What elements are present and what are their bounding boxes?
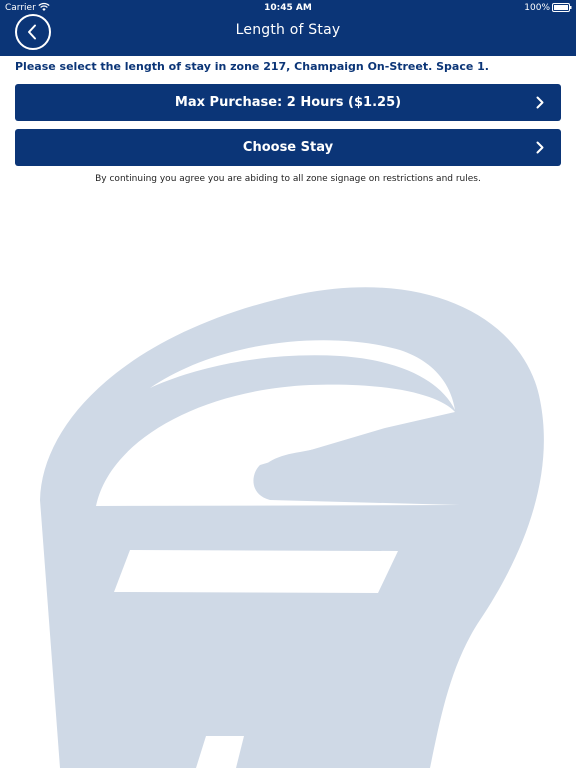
- chevron-right-icon: [536, 141, 544, 154]
- max-purchase-label: Max Purchase: 2 Hours ($1.25): [174, 95, 402, 110]
- choose-stay-label: Choose Stay: [242, 140, 334, 155]
- parking-meter-icon: [40, 287, 544, 768]
- battery-percent: 100%: [524, 3, 550, 13]
- disclaimer-text: By continuing you agree you are abiding …: [95, 174, 481, 184]
- battery-icon: [552, 3, 572, 12]
- choose-stay-button[interactable]: Choose Stay: [15, 129, 561, 166]
- max-purchase-button[interactable]: Max Purchase: 2 Hours ($1.25): [15, 84, 561, 121]
- status-bar: Carrier 10:45 AM 100%: [0, 0, 576, 16]
- status-time: 10:45 AM: [264, 3, 312, 13]
- chevron-right-icon: [536, 96, 544, 109]
- instruction-text: Please select the length of stay in zone…: [15, 60, 489, 73]
- page-title: Length of Stay: [235, 22, 341, 38]
- top-bar: Carrier 10:45 AM 100% Length of Stay: [0, 0, 576, 56]
